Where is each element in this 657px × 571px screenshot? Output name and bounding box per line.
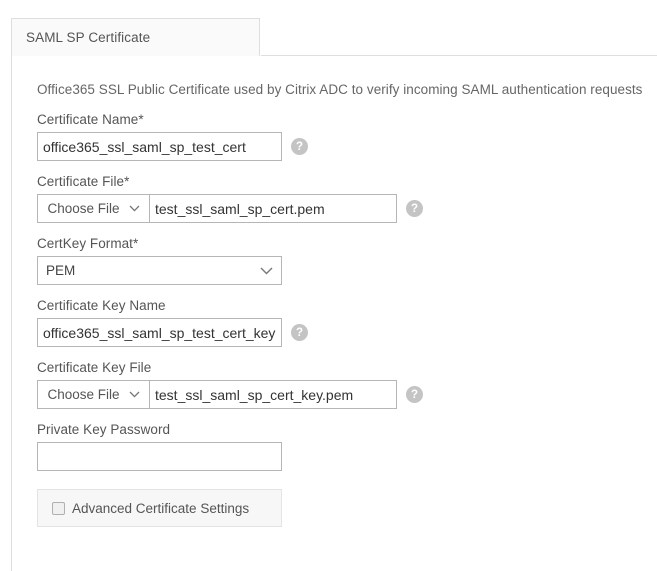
certificate-form: Certificate Name* ? Certificate File* Ch… bbox=[37, 112, 423, 527]
field-certificate-name: Certificate Name* ? bbox=[37, 112, 423, 161]
certkey-format-select[interactable]: PEM bbox=[37, 256, 282, 285]
advanced-certificate-settings-label: Advanced Certificate Settings bbox=[72, 500, 250, 516]
choose-file-button[interactable]: Choose File bbox=[37, 380, 149, 409]
choose-file-button[interactable]: Choose File bbox=[37, 194, 149, 223]
certificate-key-name-input[interactable] bbox=[37, 318, 282, 347]
chevron-down-icon bbox=[260, 267, 273, 275]
field-certkey-format: CertKey Format* PEM bbox=[37, 236, 423, 285]
advanced-certificate-settings-panel[interactable]: Advanced Certificate Settings bbox=[37, 489, 282, 527]
field-certificate-key-file: Certificate Key File Choose File ? bbox=[37, 360, 423, 409]
certificate-form-panel: Office365 SSL Public Certificate used by… bbox=[11, 56, 657, 571]
field-private-key-password: Private Key Password bbox=[37, 422, 423, 471]
tab-saml-sp-certificate[interactable]: SAML SP Certificate bbox=[11, 18, 260, 56]
field-certificate-file: Certificate File* Choose File ? bbox=[37, 174, 423, 223]
certkey-format-control: PEM bbox=[37, 256, 423, 285]
tab-strip: SAML SP Certificate bbox=[11, 18, 657, 56]
certificate-key-name-control: ? bbox=[37, 318, 423, 347]
certificate-key-file-input[interactable] bbox=[149, 380, 397, 409]
choose-file-label: Choose File bbox=[47, 201, 120, 216]
private-key-password-input[interactable] bbox=[37, 442, 282, 471]
panel-description: Office365 SSL Public Certificate used by… bbox=[37, 82, 643, 97]
chevron-down-icon bbox=[129, 391, 140, 398]
certificate-key-file-control: Choose File ? bbox=[37, 380, 423, 409]
certificate-key-file-picker: Choose File bbox=[37, 380, 397, 409]
advanced-certificate-settings-checkbox[interactable] bbox=[52, 501, 65, 515]
tab-label: SAML SP Certificate bbox=[26, 30, 151, 45]
field-certificate-key-name: Certificate Key Name ? bbox=[37, 298, 423, 347]
choose-file-label: Choose File bbox=[47, 387, 120, 402]
chevron-down-icon bbox=[129, 205, 140, 212]
certificate-name-control: ? bbox=[37, 132, 423, 161]
certificate-key-name-label: Certificate Key Name bbox=[37, 298, 166, 313]
certificate-file-control: Choose File ? bbox=[37, 194, 423, 223]
certificate-file-input[interactable] bbox=[149, 194, 397, 223]
certificate-name-label: Certificate Name* bbox=[37, 112, 144, 127]
certificate-file-picker: Choose File bbox=[37, 194, 397, 223]
help-icon[interactable]: ? bbox=[291, 324, 308, 341]
certificate-key-file-label: Certificate Key File bbox=[37, 360, 152, 375]
help-icon[interactable]: ? bbox=[406, 200, 423, 217]
help-icon[interactable]: ? bbox=[291, 138, 308, 155]
certkey-format-value: PEM bbox=[46, 263, 76, 278]
certificate-name-input[interactable] bbox=[37, 132, 282, 161]
private-key-password-label: Private Key Password bbox=[37, 422, 171, 437]
certificate-file-label: Certificate File* bbox=[37, 174, 130, 189]
certkey-format-label: CertKey Format* bbox=[37, 236, 139, 251]
help-icon[interactable]: ? bbox=[406, 386, 423, 403]
private-key-password-control bbox=[37, 442, 423, 471]
